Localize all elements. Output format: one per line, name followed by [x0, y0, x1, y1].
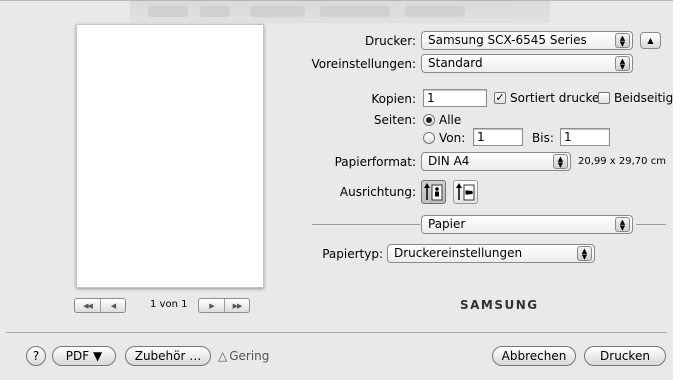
page-count-label: 1 von 1 — [150, 299, 188, 310]
paper-type-label: Papiertyp: — [322, 247, 383, 261]
duplex-box-icon — [598, 92, 610, 104]
section-separator-left — [312, 224, 420, 225]
presets-value: Standard — [428, 56, 483, 70]
pager-forward-group: ▶ ▶▶ — [198, 298, 250, 313]
pages-to-field[interactable]: 1 — [560, 128, 610, 146]
popup-arrows-icon: ▲ ▼ — [615, 217, 630, 232]
pages-from-field[interactable]: 1 — [473, 128, 523, 146]
print-dialog: ◀◀ ◀ 1 von 1 ▶ ▶▶ Drucker: Samsung SCX-6… — [0, 0, 673, 380]
pages-from-label: Von: — [439, 131, 466, 145]
next-page-button[interactable]: ▶ — [199, 299, 224, 312]
pages-to-label: Bis: — [532, 131, 554, 145]
popup-arrows-icon: ▲ ▼ — [577, 246, 592, 261]
samsung-logo: SAMSUNG — [460, 298, 539, 312]
duplex-label: Beidseitig — [614, 91, 673, 105]
supply-status: △ Gering — [218, 349, 269, 363]
copies-label: Kopien: — [371, 92, 416, 106]
printer-label: Drucker: — [364, 34, 416, 48]
print-button[interactable]: Drucken — [584, 346, 666, 366]
paper-dimensions: 20,99 x 29,70 cm — [578, 156, 666, 167]
paper-format-label: Papierformat: — [334, 155, 416, 169]
section-separator-right — [636, 224, 666, 225]
popup-arrows-icon: ▲ ▼ — [615, 33, 630, 48]
print-preview-page — [76, 24, 264, 288]
radio-unselected-icon — [423, 132, 435, 144]
triangle-up-icon: ▲ — [647, 36, 654, 45]
help-button[interactable]: ? — [26, 346, 46, 366]
orientation-portrait-button[interactable] — [421, 180, 446, 204]
collate-label: Sortiert drucken — [510, 91, 608, 105]
copies-field[interactable]: 1 — [423, 89, 487, 107]
cancel-button[interactable]: Abbrechen — [492, 346, 576, 366]
printer-value: Samsung SCX-6545 Series — [428, 33, 587, 47]
pages-label: Seiten: — [373, 113, 416, 127]
duplex-checkbox[interactable]: Beidseitig — [598, 91, 673, 105]
collate-checkbox[interactable]: ✓ Sortiert drucken — [494, 91, 607, 105]
supply-status-label: Gering — [229, 349, 270, 363]
warning-triangle-icon: △ — [218, 349, 228, 363]
paper-format-value: DIN A4 — [428, 154, 470, 168]
popup-arrows-icon: ▲ ▼ — [615, 56, 630, 71]
popup-arrows-icon: ▲ ▼ — [553, 154, 568, 169]
pages-range-radio[interactable]: Von: — [423, 131, 465, 145]
parent-window-toolbar — [130, 1, 550, 23]
pdf-menu-button[interactable]: PDF ▼ — [52, 346, 116, 366]
presets-popup[interactable]: Standard ▲ ▼ — [421, 54, 633, 73]
expand-collapse-button[interactable]: ▲ — [640, 32, 661, 49]
portrait-person-icon — [424, 183, 443, 201]
first-page-button[interactable]: ◀◀ — [75, 299, 100, 312]
presets-label: Voreinstellungen: — [311, 57, 416, 71]
printer-popup[interactable]: Samsung SCX-6545 Series ▲ ▼ — [421, 31, 633, 50]
radio-selected-icon — [423, 114, 435, 126]
accessories-button[interactable]: Zubehör … — [125, 346, 211, 366]
pages-all-radio[interactable]: Alle — [423, 113, 461, 127]
bottom-divider — [6, 332, 667, 333]
collate-checkmark-icon: ✓ — [494, 91, 506, 104]
previous-page-button[interactable]: ◀ — [100, 299, 125, 312]
pages-all-label: Alle — [439, 113, 462, 127]
pager-back-group: ◀◀ ◀ — [74, 298, 126, 313]
last-page-button[interactable]: ▶▶ — [224, 299, 249, 312]
landscape-person-icon — [456, 183, 475, 201]
orientation-landscape-button[interactable] — [453, 180, 478, 204]
orientation-label: Ausrichtung: — [339, 185, 416, 199]
paper-format-popup[interactable]: DIN A4 ▲ ▼ — [421, 152, 571, 171]
paper-type-popup[interactable]: Druckereinstellungen ▲ ▼ — [387, 244, 595, 263]
panel-value: Papier — [428, 217, 466, 231]
paper-type-value: Druckereinstellungen — [394, 246, 523, 260]
panel-popup[interactable]: Papier ▲ ▼ — [421, 215, 633, 234]
